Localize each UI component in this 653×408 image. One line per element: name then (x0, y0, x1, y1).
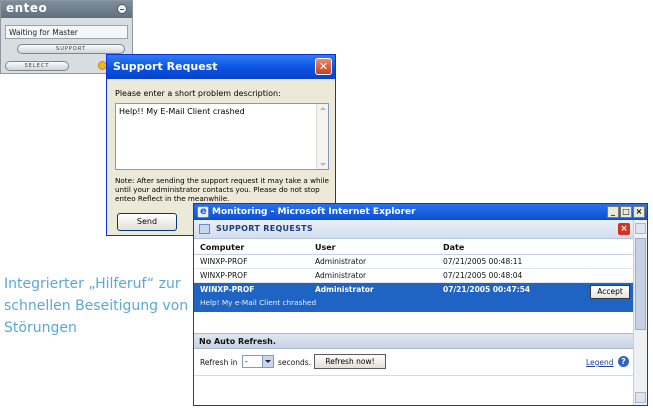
help-icon[interactable]: ? (618, 356, 629, 367)
window-controls: _ □ × (607, 206, 645, 218)
support-requests-header: SUPPORT REQUESTS × (194, 220, 633, 239)
refresh-interval-value: - (245, 357, 248, 366)
cell-date: 07/21/2005 00:48:04 (443, 271, 523, 280)
problem-prompt: Please enter a short problem description… (115, 89, 281, 98)
minimize-button[interactable]: _ (607, 206, 619, 218)
cell-date: 07/21/2005 00:48:11 (443, 257, 523, 266)
table-header: Computer User Date (194, 239, 633, 255)
dialog-note: Note: After sending the support request … (115, 176, 329, 203)
column-header-user[interactable]: User (315, 243, 336, 252)
page-scrollbar[interactable] (633, 220, 647, 405)
chevron-down-icon[interactable] (262, 356, 273, 367)
send-button[interactable]: Send (117, 213, 177, 231)
accept-button[interactable]: Accept (590, 285, 630, 299)
refresh-suffix: seconds. (278, 358, 312, 367)
browser-title: Monitoring - Microsoft Internet Explorer (212, 207, 416, 217)
monitoring-browser-window: Monitoring - Microsoft Internet Explorer… (193, 203, 648, 406)
minimize-icon[interactable] (117, 4, 127, 14)
column-header-date[interactable]: Date (443, 243, 464, 252)
problem-description-text: Help!! My E-Mail Client crashed (119, 107, 245, 116)
divider (194, 375, 633, 376)
textarea-scrollbar[interactable] (316, 104, 328, 169)
auto-refresh-label: No Auto Refresh. (199, 337, 276, 346)
cell-user: Administrator (315, 285, 374, 294)
legend-link[interactable]: Legend (586, 358, 614, 367)
dialog-title: Support Request (113, 60, 218, 73)
problem-description-field[interactable]: Help!! My E-Mail Client crashed (115, 103, 329, 170)
selected-table-row[interactable]: WINXP-PROF Administrator 07/21/2005 00:4… (194, 283, 633, 312)
select-button[interactable]: SELECT (5, 61, 69, 71)
panel-title: SUPPORT REQUESTS (216, 224, 313, 233)
cell-user: Administrator (315, 257, 367, 266)
table-row[interactable]: WINXP-PROF Administrator 07/21/2005 00:4… (194, 269, 633, 283)
widget-header: enteo (1, 1, 132, 18)
request-message: Help! My e-Mail Client chrashed (200, 298, 317, 307)
status-field: Waiting for Master (5, 25, 128, 39)
support-requests-table: Computer User Date WINXP-PROF Administra… (194, 239, 633, 312)
panel-close-button[interactable]: × (618, 223, 630, 235)
maximize-button[interactable]: □ (620, 206, 632, 218)
table-row[interactable]: WINXP-PROF Administrator 07/21/2005 00:4… (194, 255, 633, 269)
column-header-computer[interactable]: Computer (200, 243, 244, 252)
support-button[interactable]: SUPPORT (17, 44, 125, 54)
cell-date: 07/21/2005 00:47:54 (443, 285, 531, 294)
cell-computer: WINXP-PROF (200, 257, 248, 266)
ie-icon (197, 204, 209, 220)
panel-icon (199, 224, 210, 234)
close-window-button[interactable]: × (633, 206, 645, 218)
refresh-controls: Refresh in - seconds. Refresh now! Legen… (194, 352, 633, 372)
auto-refresh-bar: No Auto Refresh. (194, 333, 633, 349)
enteo-logo: enteo (6, 1, 48, 15)
cell-computer: WINXP-PROF (200, 285, 255, 294)
scroll-up-icon[interactable] (635, 223, 646, 234)
caption-text: Integrierter „Hilferuf“ zur schnellen Be… (4, 276, 189, 336)
cell-user: Administrator (315, 271, 367, 280)
refresh-interval-select[interactable]: - (242, 355, 274, 368)
browser-title-bar: Monitoring - Microsoft Internet Explorer… (194, 204, 647, 220)
dialog-title-bar: Support Request ✕ (107, 55, 335, 79)
cell-computer: WINXP-PROF (200, 271, 248, 280)
close-button[interactable]: ✕ (315, 58, 332, 75)
refresh-now-button[interactable]: Refresh now! (314, 354, 386, 369)
scroll-down-icon[interactable] (635, 392, 646, 403)
scroll-thumb[interactable] (635, 238, 646, 330)
refresh-prefix: Refresh in (200, 358, 238, 367)
